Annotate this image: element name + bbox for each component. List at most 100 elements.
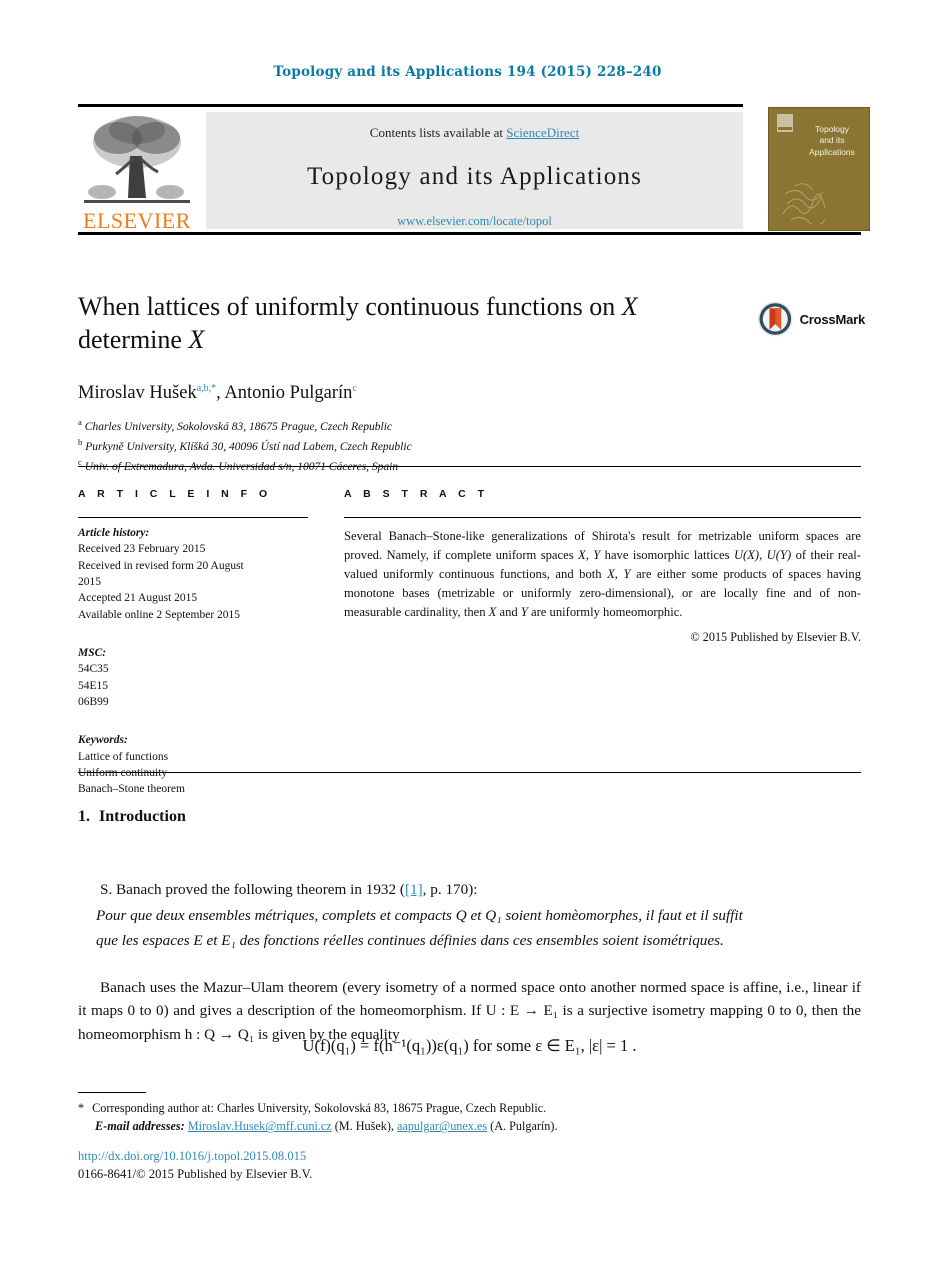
author-1-name: Miroslav Hušek — [78, 382, 197, 403]
doi-link[interactable]: http://dx.doi.org/10.1016/j.topol.2015.0… — [78, 1147, 312, 1165]
abstract-math-2: U(X), U(Y) — [733, 547, 792, 562]
email-owner-1: (M. Hušek), — [331, 1119, 394, 1134]
footer-block: http://dx.doi.org/10.1016/j.topol.2015.0… — [78, 1147, 312, 1184]
article-history-received: Received 23 February 2015 — [78, 543, 206, 556]
corresponding-author-note: * Corresponding author at: Charles Univer… — [78, 1099, 861, 1117]
intro-p1-text-b: , p. 170): — [422, 881, 478, 898]
affiliation-b: b Purkyně University, Klíšká 30, 40096 Ús… — [78, 436, 738, 456]
msc-label: MSC: — [78, 646, 107, 659]
article-history-revised-year: 2015 — [78, 575, 101, 588]
section-title: Introduction — [99, 808, 186, 825]
footnote-block: * Corresponding author at: Charles Univer… — [78, 1099, 861, 1136]
email-link-pulgarin[interactable]: aapulgar@unex.es — [397, 1119, 487, 1133]
info-spacer-1 — [78, 623, 308, 638]
cover-elsevier-icon — [777, 114, 793, 132]
title-line1-text: When lattices of uniformly continuous fu… — [78, 292, 622, 321]
corresponding-author-marker: * — [78, 1101, 85, 1115]
article-history-accepted: Accepted 21 August 2015 — [78, 592, 198, 605]
article-info-column: A R T I C L E I N F O Article history: R… — [78, 488, 308, 798]
email-addresses-label: E-mail addresses: — [95, 1119, 185, 1134]
contents-prefix: Contents lists available at — [369, 125, 507, 140]
cover-title-line-3: Applications — [809, 146, 855, 157]
affiliation-b-mark: b — [78, 436, 83, 447]
banach-quote-line-2: que les espaces E et E₁ des fonctions ré… — [96, 932, 724, 950]
info-spacer-2 — [78, 710, 308, 725]
keyword-3: Banach–Stone theorem — [78, 783, 185, 796]
intro-p1-text-a: S. Banach proved the following theorem i… — [100, 881, 405, 898]
msc-code-2: 54E15 — [78, 679, 109, 692]
keywords-label: Keywords: — [78, 734, 128, 747]
abstract-math-3: X, Y — [607, 566, 631, 581]
title-block: When lattices of uniformly continuous fu… — [78, 290, 738, 476]
msc-group: MSC: 54C35 54E15 06B99 — [78, 645, 308, 710]
author-2-name: Antonio Pulgarín — [224, 382, 353, 403]
intro-paragraph-1: S. Banach proved the following theorem i… — [78, 878, 861, 902]
abstract-copyright: © 2015 Published by Elsevier B.V. — [690, 630, 861, 645]
reference-link-1[interactable]: [1] — [405, 881, 423, 898]
elsevier-wordmark: ELSEVIER — [83, 208, 191, 233]
cover-title-line-1: Topology — [814, 124, 850, 134]
email-owner-2: (A. Pulgarín). — [487, 1119, 558, 1134]
crossmark-label: CrossMark — [799, 311, 866, 327]
info-section-top-rule — [78, 466, 861, 467]
email-note: E-mail addresses: Miroslav.Husek@mff.cun… — [78, 1117, 861, 1135]
msc-code-1: 54C35 — [78, 663, 109, 676]
msc-code-3: 06B99 — [78, 695, 109, 708]
author-2-affil-marks[interactable]: c — [352, 383, 356, 394]
sciencedirect-link[interactable]: ScienceDirect — [506, 125, 579, 140]
article-history-online: Available online 2 September 2015 — [78, 608, 241, 621]
body-gap-1 — [78, 855, 861, 878]
affiliation-b-text: Purkyně University, Klíšká 30, 40096 Úst… — [85, 440, 412, 453]
issn-copyright-line: 0166-8641/© 2015 Published by Elsevier B… — [78, 1167, 313, 1182]
abstract-heading: A B S T R A C T — [344, 488, 489, 500]
page-title: When lattices of uniformly continuous fu… — [78, 290, 738, 357]
journal-masthead: ELSEVIER Contents lists available at Sci… — [78, 104, 870, 235]
crossmark-badge[interactable]: CrossMark — [757, 296, 865, 342]
affiliation-a-mark: a — [78, 416, 82, 427]
elsevier-logo: ELSEVIER — [78, 112, 196, 232]
contents-banner: Contents lists available at ScienceDirec… — [206, 112, 743, 229]
affiliation-a: a Charles University, Sokolovská 83, 1867… — [78, 416, 738, 436]
title-line2-text: determine — [78, 325, 189, 355]
abstract-math-5: Y — [520, 604, 528, 619]
section-heading-introduction: 1. Introduction — [78, 808, 186, 826]
abstract-body: Several Banach–Stone-like generalization… — [344, 527, 861, 621]
abstract-part-6: are uniformly homeomorphic. — [527, 604, 683, 619]
abstract-part-5: and — [496, 604, 521, 619]
title-line2-math: X — [188, 325, 205, 355]
abstract-rule — [344, 517, 861, 518]
journal-title: Topology and its Applications — [306, 163, 643, 190]
paper-page: Topology and its Applications 194 (2015)… — [0, 0, 935, 1266]
abstract-part-2: have isomorphic lattices — [600, 547, 734, 562]
masthead-bottom-rule — [78, 232, 861, 235]
article-history-group: Article history: Received 23 February 20… — [78, 525, 308, 623]
body-gap-2 — [78, 953, 861, 976]
cover-title-line-2: and its — [819, 135, 845, 146]
title-line1-math: X — [621, 292, 638, 321]
introduction-body: S. Banach proved the following theorem i… — [78, 855, 861, 1046]
keyword-2: Uniform continuity — [78, 766, 168, 779]
keyword-1: Lattice of functions — [78, 750, 169, 763]
article-info-heading: A R T I C L E I N F O — [78, 488, 272, 500]
article-history-revised: Received in revised form 20 August — [78, 559, 244, 572]
corresponding-author-text: Corresponding author at: Charles Univers… — [92, 1101, 547, 1115]
display-equation-1: U(f)(q₁) = f(h⁻¹(q₁))ε(q₁) for some ε ∈ … — [302, 1036, 637, 1055]
masthead-top-rule — [78, 104, 743, 107]
abstract-column: A B S T R A C T Several Banach–Stone-lik… — [344, 488, 861, 645]
email-link-husek[interactable]: Miroslav.Husek@mff.cuni.cz — [188, 1119, 332, 1133]
journal-cover-thumbnail: Topology and its Applications — [768, 107, 870, 231]
author-list: Miroslav Hušeka,b,*, Antonio Pulgarínc — [78, 383, 738, 404]
cover-title-text: Topology and its Applications — [801, 124, 863, 158]
article-info-rule — [78, 517, 308, 518]
section-number: 1. — [78, 808, 90, 825]
article-history-label: Article history: — [78, 527, 150, 539]
crossmark-icon — [757, 301, 793, 337]
keywords-group: Keywords: Lattice of functions Uniform c… — [78, 732, 308, 797]
journal-url-link[interactable]: www.elsevier.com/locate/topol — [206, 214, 743, 229]
contents-available-line: Contents lists available at ScienceDirec… — [206, 125, 743, 141]
running-head: Topology and its Applications 194 (2015)… — [273, 64, 662, 80]
footnote-separator-rule — [78, 1092, 146, 1093]
author-1-affil-marks[interactable]: a,b,* — [197, 383, 216, 394]
abstract-math-1: X, Y — [578, 547, 601, 562]
elsevier-tree-icon — [84, 116, 190, 203]
